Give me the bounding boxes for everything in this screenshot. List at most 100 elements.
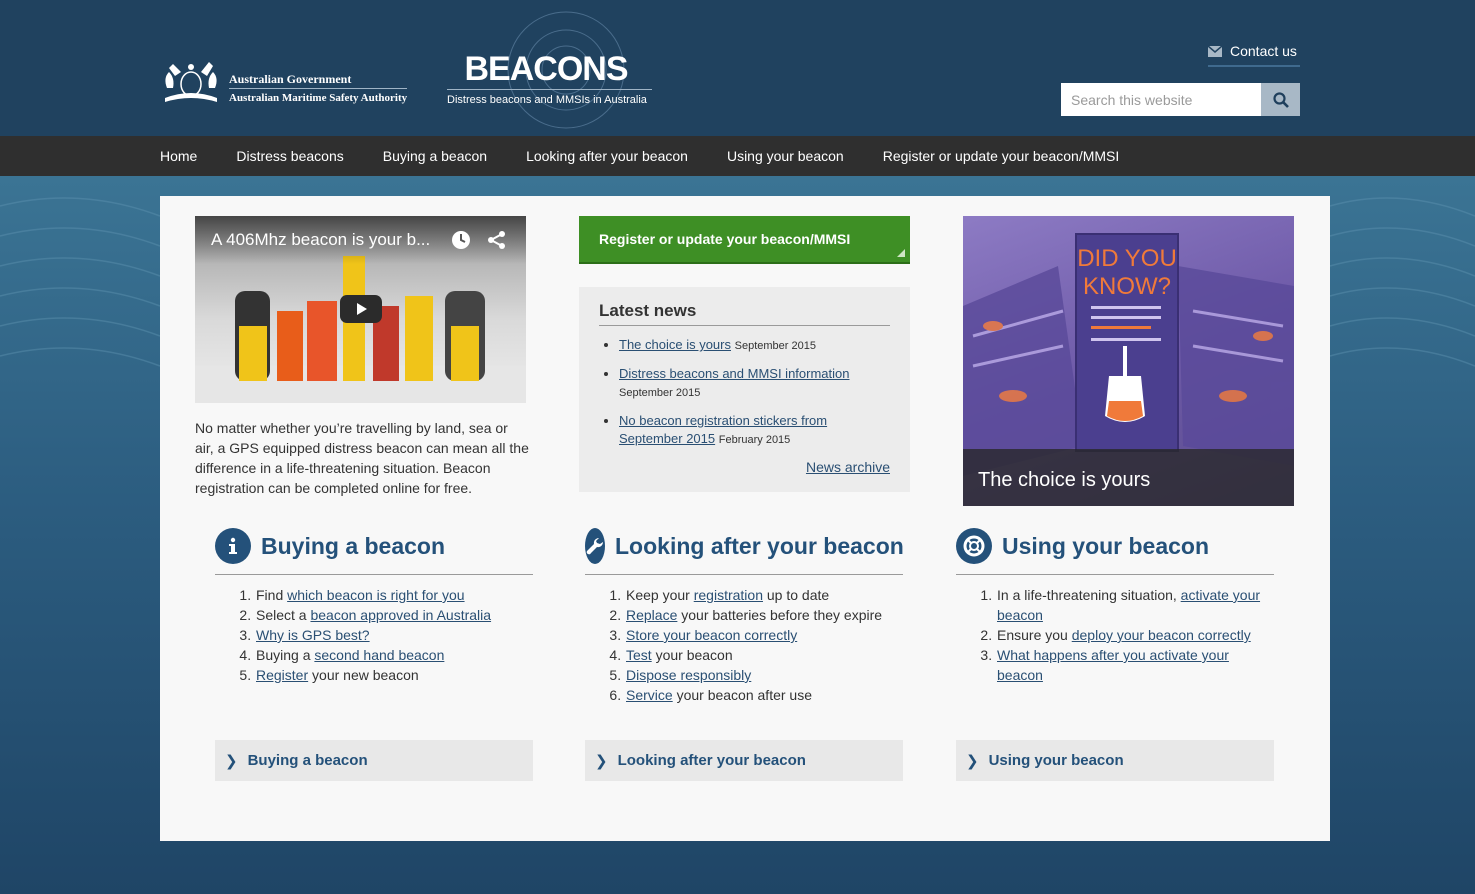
list-item: Ensure you deploy your beacon correctly <box>996 625 1274 645</box>
corner-arrow-icon <box>897 249 905 257</box>
agency-name: Australian Maritime Safety Authority <box>229 92 408 104</box>
section-buying: Buying a beacon Find which beacon is rig… <box>215 526 533 685</box>
video-player[interactable]: A 406Mhz beacon is your b... <box>195 216 526 403</box>
promo-caption[interactable]: The choice is yours <box>978 469 1150 492</box>
list-item: Select a beacon approved in Australia <box>255 605 533 625</box>
list-item: In a life-threatening situation, activat… <box>996 585 1274 625</box>
search-button[interactable] <box>1261 83 1300 116</box>
news-date: September 2015 <box>619 387 701 399</box>
list-link[interactable]: deploy your beacon correctly <box>1072 627 1251 643</box>
content-panel: A 406Mhz beacon is your b... No matter w… <box>160 196 1330 841</box>
contact-us-link[interactable]: Contact us <box>1208 43 1300 67</box>
search-input[interactable] <box>1061 83 1261 116</box>
buying-more-button[interactable]: ❯ Buying a beacon <box>215 740 533 781</box>
intro-text: No matter whether you’re travelling by l… <box>195 420 529 496</box>
list-item: Dispose responsibly <box>625 665 903 685</box>
site-title: BEACONS <box>464 50 628 88</box>
search-icon <box>1272 91 1289 108</box>
list-item: Buying a second hand beacon <box>255 645 533 665</box>
play-icon <box>357 303 367 315</box>
section-list: Find which beacon is right for you Selec… <box>215 585 533 685</box>
site-title-divider <box>447 89 652 90</box>
nav-item-looking-after[interactable]: Looking after your beacon <box>526 148 688 164</box>
list-item: Store your beacon correctly <box>625 625 903 645</box>
latest-news: Latest news The choice is yours Septembe… <box>579 287 910 492</box>
list-item: Register your new beacon <box>255 665 533 685</box>
nav-item-distress-beacons[interactable]: Distress beacons <box>236 148 343 164</box>
list-link[interactable]: registration <box>694 587 763 603</box>
section-list: Keep your registration up to date Replac… <box>585 585 903 705</box>
info-icon <box>215 528 251 564</box>
list-item: No beacon registration stickers from Sep… <box>619 412 890 449</box>
list-item: What happens after you activate your bea… <box>996 645 1274 685</box>
using-more-button[interactable]: ❯ Using your beacon <box>956 740 1274 781</box>
main-nav: Home Distress beacons Buying a beacon Lo… <box>0 136 1475 176</box>
amsa-logo[interactable]: Australian Government Australian Maritim… <box>159 58 419 108</box>
news-date: September 2015 <box>734 340 816 352</box>
site-subtitle: Distress beacons and MMSIs in Australia <box>447 94 647 106</box>
footer-label: Buying a beacon <box>247 752 368 769</box>
section-title: Using your beacon <box>1002 532 1210 559</box>
envelope-icon <box>1208 46 1222 57</box>
section-header: Buying a beacon <box>215 526 533 566</box>
list-link[interactable]: Service <box>626 687 673 703</box>
share-icon[interactable] <box>487 230 507 250</box>
lifebuoy-icon <box>956 528 992 564</box>
list-link[interactable]: Dispose responsibly <box>626 667 751 683</box>
section-title: Buying a beacon <box>261 532 446 559</box>
nav-item-using[interactable]: Using your beacon <box>727 148 844 164</box>
wrench-icon <box>585 528 605 564</box>
poster-title-line1: DID YOU <box>1077 245 1177 272</box>
section-title: Looking after your beacon <box>615 532 904 559</box>
list-item: Test your beacon <box>625 645 903 665</box>
news-heading: Latest news <box>599 301 890 326</box>
list-link[interactable]: which beacon is right for you <box>287 587 464 603</box>
list-link[interactable]: What happens after you activate your bea… <box>997 647 1229 683</box>
chevron-right-icon: ❯ <box>595 752 608 770</box>
news-link[interactable]: The choice is yours <box>619 337 731 352</box>
looking-after-more-button[interactable]: ❯ Looking after your beacon <box>585 740 903 781</box>
gov-divider <box>229 88 407 89</box>
footer-label: Using your beacon <box>988 752 1124 769</box>
nav-item-buying[interactable]: Buying a beacon <box>383 148 487 164</box>
play-button[interactable] <box>340 295 382 323</box>
footer-label: Looking after your beacon <box>617 752 806 769</box>
list-link[interactable]: Store your beacon correctly <box>626 627 797 643</box>
list-item: Replace your batteries before they expir… <box>625 605 903 625</box>
section-list: In a life-threatening situation, activat… <box>956 585 1274 685</box>
list-link[interactable]: beacon approved in Australia <box>310 607 491 623</box>
register-button-label: Register or update your beacon/MMSI <box>599 231 851 247</box>
gov-name: Australian Government <box>229 72 352 86</box>
nav-item-register[interactable]: Register or update your beacon/MMSI <box>883 148 1120 164</box>
poster-title-line2: KNOW? <box>1083 273 1171 300</box>
register-button[interactable]: Register or update your beacon/MMSI <box>579 216 910 262</box>
news-archive-link[interactable]: News archive <box>806 459 890 475</box>
contact-us-label: Contact us <box>1230 43 1297 59</box>
list-item: Why is GPS best? <box>255 625 533 645</box>
section-divider <box>215 574 533 575</box>
list-item: Find which beacon is right for you <box>255 585 533 605</box>
section-divider <box>956 574 1274 575</box>
news-link[interactable]: Distress beacons and MMSI information <box>619 366 849 381</box>
chevron-right-icon: ❯ <box>225 752 238 770</box>
list-item: Distress beacons and MMSI information Se… <box>619 365 890 402</box>
list-link[interactable]: second hand beacon <box>314 647 444 663</box>
site-header: Australian Government Australian Maritim… <box>0 0 1475 136</box>
chevron-right-icon: ❯ <box>966 752 979 770</box>
list-link[interactable]: Register <box>256 667 308 683</box>
section-divider <box>585 574 903 575</box>
news-date: February 2015 <box>718 434 791 446</box>
list-item: Keep your registration up to date <box>625 585 903 605</box>
promo-banner[interactable]: DID YOU KNOW? The choice is yours <box>963 216 1294 506</box>
nav-item-home[interactable]: Home <box>160 148 197 164</box>
list-item: Service your beacon after use <box>625 685 903 705</box>
beacons-logo[interactable]: BEACONS Distress beacons and MMSIs in Au… <box>440 10 660 130</box>
watch-later-icon[interactable] <box>451 230 471 250</box>
list-link[interactable]: Replace <box>626 607 677 623</box>
section-using: Using your beacon In a life-threatening … <box>956 526 1274 685</box>
coat-of-arms-icon <box>165 62 217 102</box>
section-header: Using your beacon <box>956 526 1274 566</box>
list-link[interactable]: Why is GPS best? <box>256 627 370 643</box>
video-title[interactable]: A 406Mhz beacon is your b... <box>211 230 430 250</box>
list-link[interactable]: Test <box>626 647 652 663</box>
